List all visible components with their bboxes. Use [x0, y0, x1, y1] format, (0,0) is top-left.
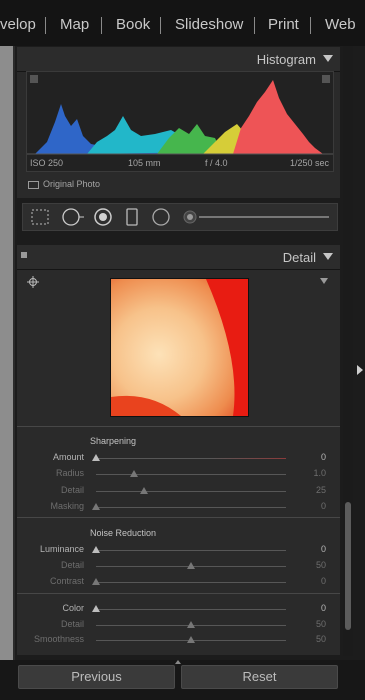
shutter-readout: 1/250 sec [290, 158, 330, 168]
slider-value[interactable]: 50 [300, 560, 326, 570]
crop-tool-icon[interactable] [31, 209, 49, 225]
noise-reduction-title: Noise Reduction [90, 528, 157, 538]
preview-content [111, 279, 248, 416]
histogram-svg [27, 80, 333, 155]
previous-button[interactable]: Previous [18, 665, 175, 689]
slider-knob[interactable] [92, 605, 100, 612]
original-photo-label: Original Photo [43, 179, 101, 189]
section-divider [17, 517, 340, 518]
slider-knob[interactable] [187, 621, 195, 628]
original-photo-toggle[interactable]: Original Photo [28, 179, 100, 189]
slider-label: Contrast [49, 576, 84, 586]
slider-label: Smoothness [33, 634, 84, 644]
graduated-filter-icon[interactable] [125, 208, 139, 226]
slider-label: Masking [50, 501, 84, 511]
detail-title: Detail [282, 250, 316, 265]
histogram-graph [26, 71, 334, 172]
canvas-border [13, 46, 15, 660]
slider-label: Radius [55, 468, 84, 478]
slider-knob[interactable] [130, 470, 138, 477]
preview-options-icon[interactable] [320, 278, 328, 284]
sharpening-title: Sharpening [90, 436, 137, 446]
red-eye-icon[interactable] [93, 207, 113, 227]
target-adjustment-icon[interactable] [27, 276, 39, 288]
spot-removal-icon[interactable] [61, 207, 85, 227]
histogram-panel-header[interactable]: Histogram [17, 47, 340, 72]
iso-readout: ISO 250 [30, 158, 64, 168]
scrollbar-thumb[interactable] [345, 502, 351, 630]
histogram-title: Histogram [256, 52, 316, 67]
slider-knob[interactable] [139, 487, 148, 494]
detail-preview-image[interactable] [110, 278, 249, 417]
expand-right-panel-icon[interactable] [357, 365, 363, 375]
nav-separator [254, 17, 255, 34]
shadow-clipping-toggle[interactable] [30, 75, 38, 83]
nav-print[interactable]: Print [268, 16, 299, 33]
slider-label: Detail [60, 619, 84, 629]
section-divider [17, 593, 340, 594]
slider-track[interactable] [96, 550, 286, 551]
module-nav: velop Map Book Slideshow Print Web [0, 0, 365, 46]
slider-value[interactable]: 1.0 [300, 468, 326, 478]
slider-track[interactable] [96, 507, 286, 508]
radial-filter-icon[interactable] [151, 207, 171, 227]
slider-track[interactable] [96, 582, 286, 583]
slider-value[interactable]: 0 [300, 603, 326, 613]
slider-label: Amount [52, 452, 84, 462]
nav-separator [101, 17, 102, 34]
slider-label: Detail [60, 560, 84, 570]
brush-size-slider[interactable] [181, 208, 331, 226]
slider-value[interactable]: 0 [300, 576, 326, 586]
slider-value[interactable]: 0 [300, 544, 326, 554]
collapse-triangle-icon[interactable] [323, 253, 333, 260]
slider-knob[interactable] [187, 636, 195, 643]
collapse-triangle-icon[interactable] [323, 55, 333, 62]
slider-track[interactable] [96, 609, 286, 610]
slider-track[interactable] [96, 474, 286, 475]
aperture-readout: f / 4.0 [205, 158, 228, 168]
image-canvas-edge [0, 46, 13, 660]
slider-knob[interactable] [92, 578, 100, 585]
reset-button[interactable]: Reset [181, 665, 338, 689]
slider-label: Luminance [39, 544, 84, 554]
slider-value[interactable]: 25 [300, 485, 326, 495]
slider-value[interactable]: 50 [300, 634, 326, 644]
slider-label: Detail [60, 485, 84, 495]
slider-value[interactable]: 50 [300, 619, 326, 629]
panel-switch-icon[interactable] [21, 252, 27, 258]
nav-develop[interactable]: velop [0, 16, 36, 33]
slider-track[interactable] [96, 458, 286, 459]
highlight-clipping-toggle[interactable] [322, 75, 330, 83]
nav-slideshow[interactable]: Slideshow [175, 16, 243, 33]
nav-web[interactable]: Web [325, 16, 356, 33]
slider-label: Color [62, 603, 84, 613]
slider-knob[interactable] [92, 546, 100, 553]
original-photo-checkbox[interactable] [28, 180, 39, 189]
slider-knob[interactable] [92, 503, 100, 510]
nav-separator [310, 17, 311, 34]
focal-length-readout: 105 mm [128, 158, 161, 168]
nav-separator [45, 17, 46, 34]
slider-value[interactable]: 0 [300, 452, 326, 462]
slider-track[interactable] [96, 491, 286, 492]
bottom-panel-toggle-icon[interactable] [175, 660, 181, 664]
nav-book[interactable]: Book [116, 16, 150, 33]
tool-strip [22, 203, 338, 231]
nav-map[interactable]: Map [60, 16, 89, 33]
slider-knob[interactable] [187, 562, 195, 569]
slider-value[interactable]: 0 [300, 501, 326, 511]
detail-panel-header[interactable]: Detail [17, 245, 340, 270]
section-divider [17, 426, 340, 427]
nav-separator [160, 17, 161, 34]
slider-knob[interactable] [92, 454, 100, 461]
